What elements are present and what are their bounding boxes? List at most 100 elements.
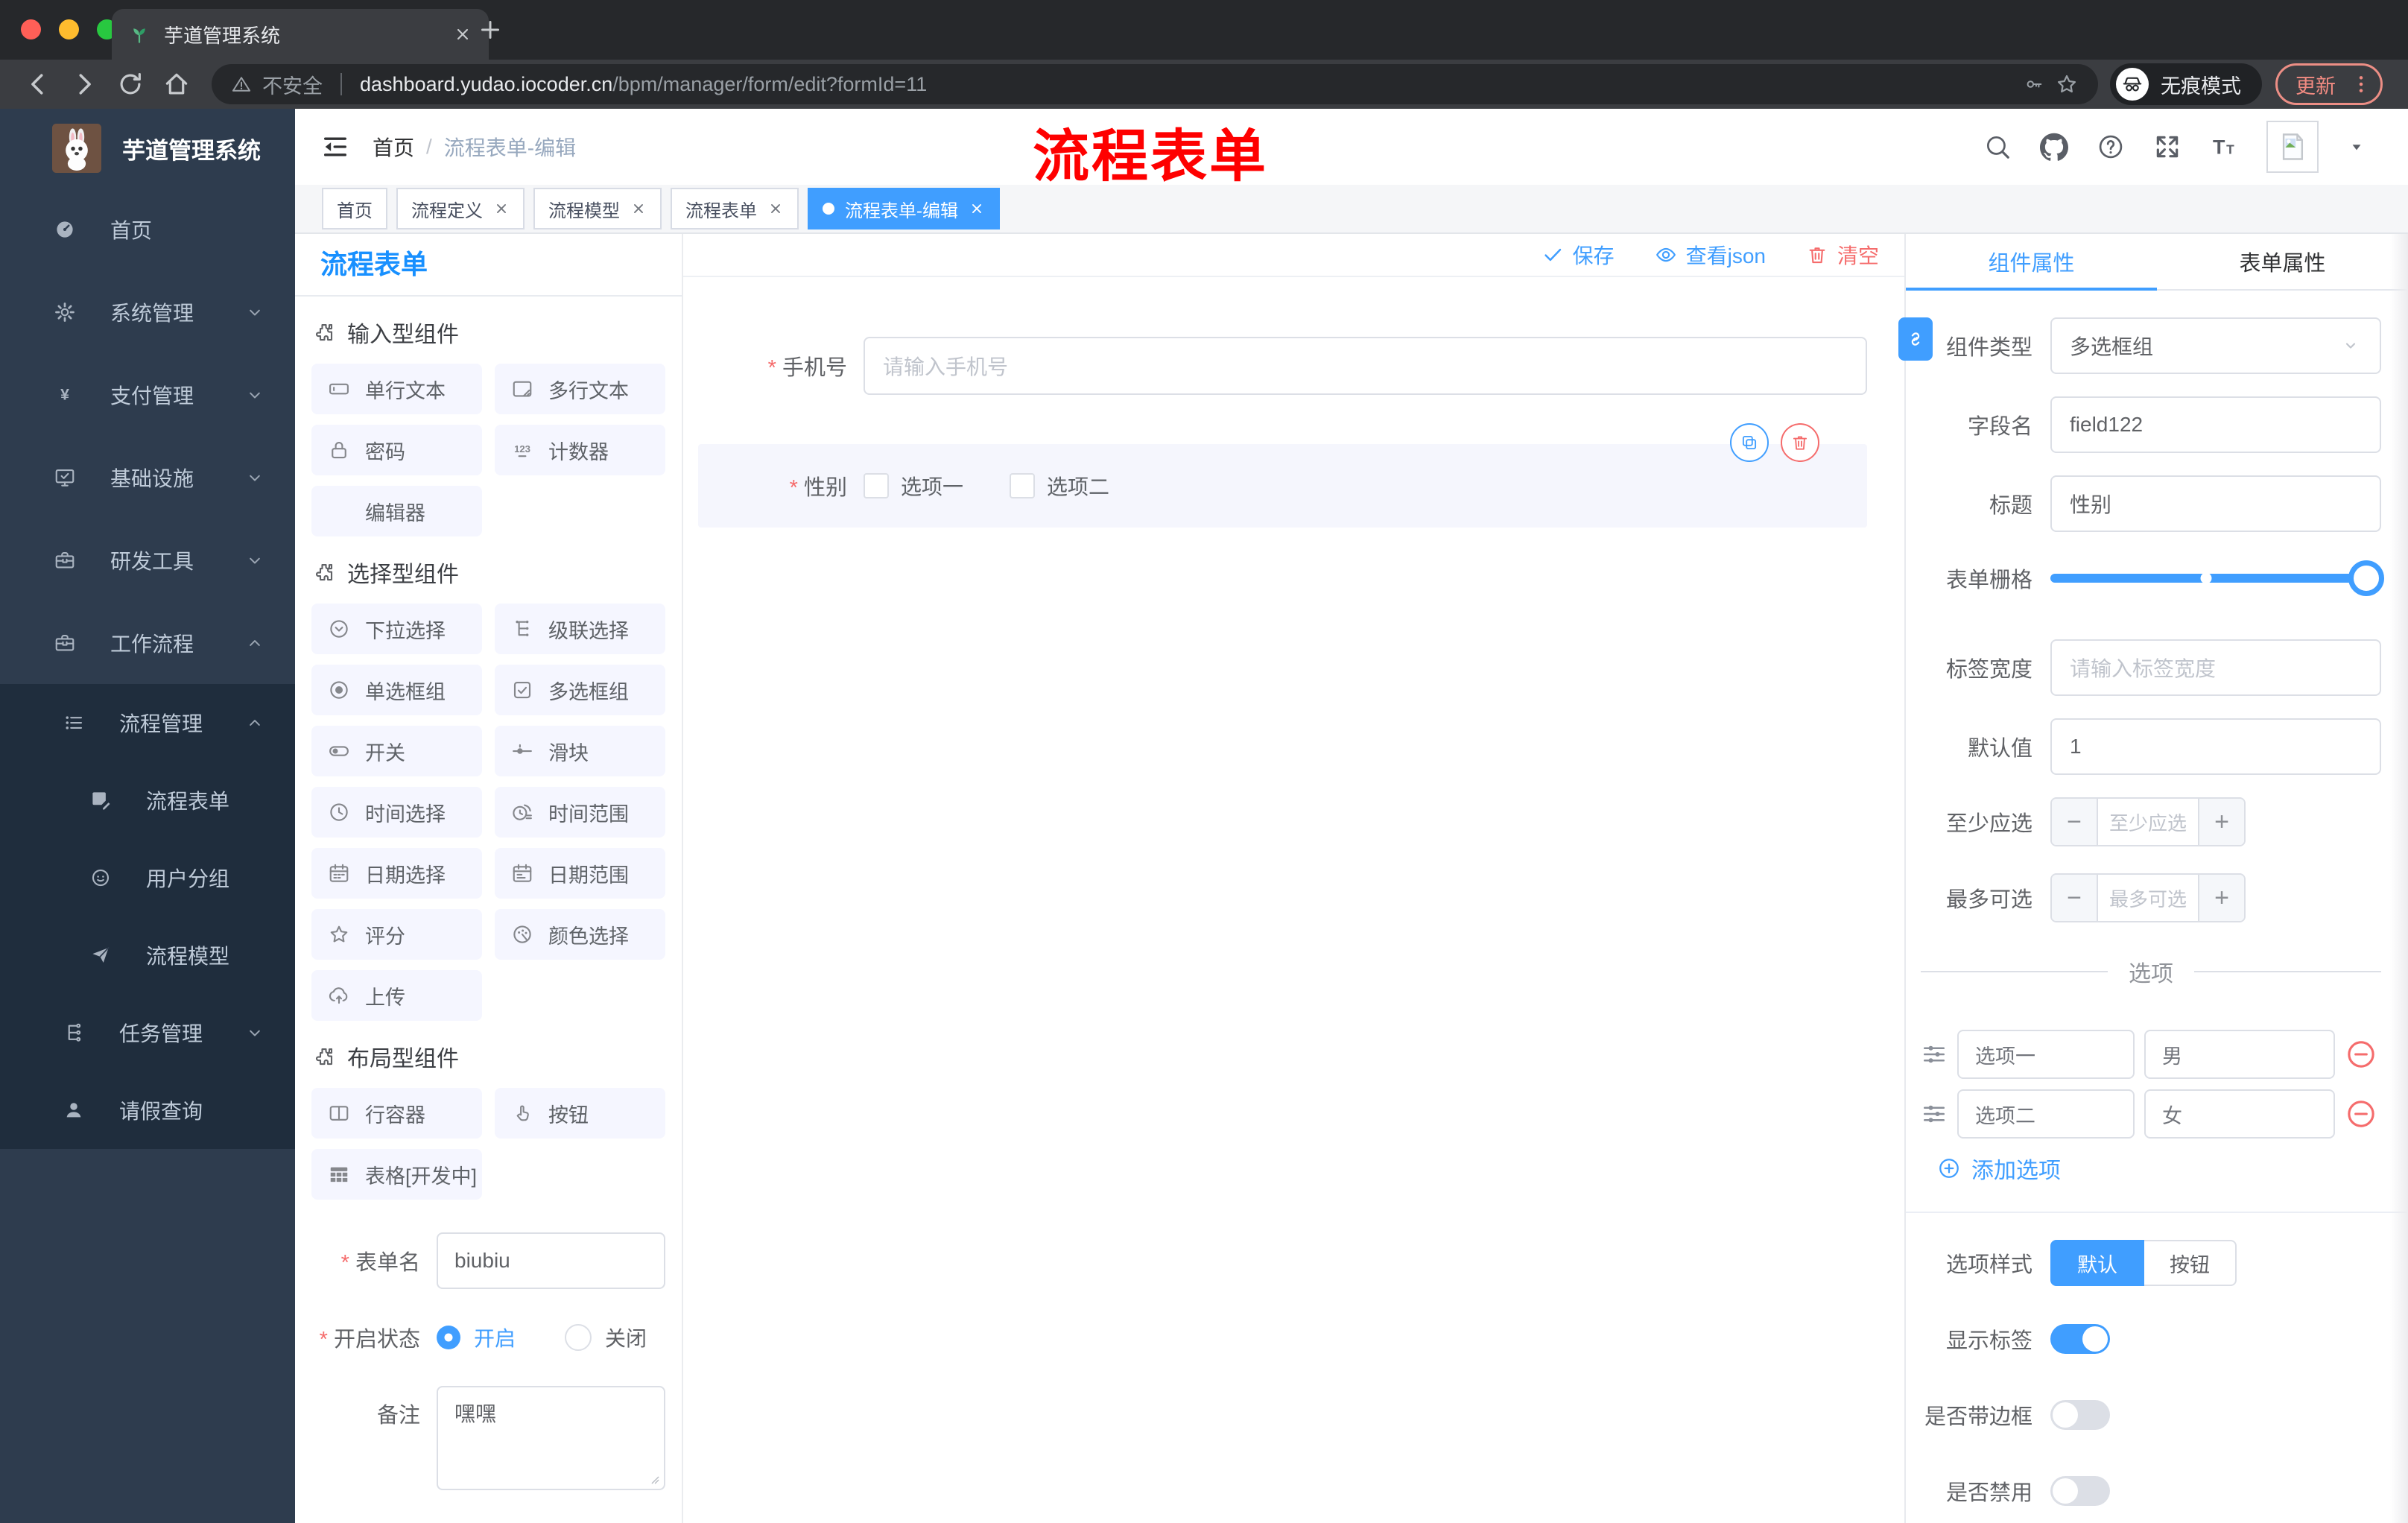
default-value-input[interactable]: 1 — [2050, 718, 2381, 775]
search-icon[interactable] — [1983, 133, 2012, 161]
sidebar-item-研发工具[interactable]: 研发工具 — [0, 519, 295, 601]
option-label-input[interactable]: 选项二 — [1957, 1089, 2135, 1139]
browser-tab[interactable]: 芋道管理系统 — [112, 9, 489, 60]
title-input[interactable]: 性别 — [2050, 475, 2381, 532]
palette-item-日期范围[interactable]: 日期范围 — [495, 848, 665, 899]
tags-view-tab-流程表单[interactable]: 流程表单 — [671, 188, 799, 229]
palette-item-日期选择[interactable]: 日期选择 — [311, 848, 482, 899]
toggle-是否带边框[interactable] — [2050, 1400, 2110, 1430]
sidebar-item-用户分组[interactable]: 用户分组 — [0, 839, 295, 916]
palette-item-密码[interactable]: 密码 — [311, 425, 482, 475]
palette-item-单行文本[interactable]: 单行文本 — [311, 364, 482, 414]
close-tab-icon[interactable] — [767, 200, 784, 217]
option-value-input[interactable]: 女 — [2144, 1089, 2335, 1139]
gender-option-选项一[interactable]: 选项一 — [864, 471, 963, 501]
palette-item-按钮[interactable]: 按钮 — [495, 1088, 665, 1139]
sidebar-item-任务管理[interactable]: 任务管理 — [0, 994, 295, 1071]
palette-item-评分[interactable]: 评分 — [311, 909, 482, 960]
close-tab-icon[interactable] — [969, 200, 985, 217]
status-radio-off[interactable] — [565, 1324, 592, 1351]
tab-form-props[interactable]: 表单属性 — [2157, 234, 2408, 289]
stepper-minus-button[interactable]: − — [2052, 799, 2098, 845]
bookmark-star-icon[interactable] — [2055, 72, 2079, 96]
palette-item-多行文本[interactable]: 多行文本 — [495, 364, 665, 414]
close-tab-icon[interactable] — [630, 200, 647, 217]
delete-component-button[interactable] — [1781, 423, 1819, 462]
remark-textarea[interactable]: 嘿嘿 — [437, 1386, 665, 1490]
option-value-input[interactable]: 男 — [2144, 1030, 2335, 1079]
new-tab-button[interactable] — [477, 16, 504, 43]
avatar[interactable] — [2266, 121, 2319, 173]
phone-input[interactable]: 请输入手机号 — [864, 337, 1867, 395]
option-style-button-button[interactable]: 按钮 — [2144, 1240, 2237, 1286]
drag-handle-icon[interactable] — [1921, 1041, 1948, 1068]
palette-item-级联选择[interactable]: 级联选择 — [495, 604, 665, 654]
sidebar-fold-icon[interactable] — [320, 132, 350, 162]
sidebar-item-系统管理[interactable]: 系统管理 — [0, 270, 295, 353]
palette-item-编辑器[interactable]: 编辑器 — [311, 486, 482, 536]
sidebar-item-请假查询[interactable]: 请假查询 — [0, 1071, 295, 1149]
palette-item-时间范围[interactable]: 时间范围 — [495, 787, 665, 838]
minimize-window-button[interactable] — [59, 19, 79, 39]
tags-view-tab-流程表单-编辑[interactable]: 流程表单-编辑 — [808, 188, 1000, 229]
checkbox[interactable] — [864, 473, 889, 498]
grid-slider[interactable] — [2050, 551, 2384, 605]
resize-handle[interactable] — [646, 1471, 661, 1486]
url-text[interactable]: dashboard.yudao.iocoder.cn/bpm/manager/f… — [360, 73, 2013, 96]
sidebar-item-工作流程[interactable]: 工作流程 — [0, 601, 295, 684]
view-json-button[interactable]: 查看json — [1655, 240, 1766, 270]
field-name-input[interactable]: field122 — [2050, 396, 2381, 453]
palette-item-颜色选择[interactable]: 颜色选择 — [495, 909, 665, 960]
checkbox[interactable] — [1010, 473, 1036, 498]
back-icon[interactable] — [24, 70, 52, 98]
reload-icon[interactable] — [116, 70, 145, 98]
palette-item-时间选择[interactable]: 时间选择 — [311, 787, 482, 838]
phone-field-row[interactable]: * 手机号 请输入手机号 — [698, 337, 1867, 395]
status-radio-on[interactable] — [437, 1326, 460, 1349]
slider-handle[interactable] — [2348, 560, 2384, 596]
close-tab-icon[interactable] — [453, 25, 472, 44]
font-size-icon[interactable]: TT — [2210, 133, 2238, 161]
close-window-button[interactable] — [21, 19, 41, 39]
palette-item-多选框组[interactable]: 多选框组 — [495, 665, 665, 715]
update-button[interactable]: 更新 — [2275, 63, 2383, 105]
save-button[interactable]: 保存 — [1542, 240, 1615, 270]
label-width-input[interactable]: 请输入标签宽度 — [2050, 639, 2381, 696]
help-icon[interactable] — [2097, 133, 2125, 161]
copy-component-button[interactable] — [1730, 423, 1769, 462]
tags-view-tab-首页[interactable]: 首页 — [322, 188, 387, 229]
clear-button[interactable]: 清空 — [1806, 240, 1879, 270]
palette-item-开关[interactable]: 开关 — [311, 726, 482, 776]
tags-view-tab-流程模型[interactable]: 流程模型 — [533, 188, 662, 229]
drag-handle-icon[interactable] — [1921, 1101, 1948, 1127]
palette-item-单选框组[interactable]: 单选框组 — [311, 665, 482, 715]
add-option-button[interactable]: 添加选项 — [1937, 1152, 2381, 1185]
sidebar-item-流程表单[interactable]: 流程表单 — [0, 762, 295, 839]
palette-item-行容器[interactable]: 行容器 — [311, 1088, 482, 1139]
stepper-minus-button[interactable]: − — [2052, 875, 2098, 921]
remove-option-icon[interactable] — [2345, 1038, 2377, 1071]
tab-component-props[interactable]: 组件属性 — [1906, 234, 2157, 289]
chevron-down-icon[interactable] — [2347, 137, 2366, 156]
sidebar-item-流程模型[interactable]: 流程模型 — [0, 916, 295, 994]
fullscreen-icon[interactable] — [2153, 133, 2182, 161]
gender-option-选项二[interactable]: 选项二 — [1010, 471, 1109, 501]
close-tab-icon[interactable] — [493, 200, 510, 217]
sidebar-item-基础设施[interactable]: 基础设施 — [0, 436, 295, 519]
breadcrumb-home[interactable]: 首页 — [373, 132, 414, 162]
toggle-显示标签[interactable] — [2050, 1324, 2110, 1354]
home-icon[interactable] — [162, 70, 191, 98]
stepper-plus-button[interactable]: + — [2198, 799, 2244, 845]
address-bar[interactable]: 不安全 dashboard.yudao.iocoder.cn/bpm/manag… — [212, 64, 2098, 104]
palette-item-下拉选择[interactable]: 下拉选择 — [311, 604, 482, 654]
sidebar-item-首页[interactable]: 首页 — [0, 188, 295, 270]
max-select-value[interactable]: 最多可选 — [2098, 875, 2198, 921]
status-off-label[interactable]: 关闭 — [605, 1323, 647, 1352]
palette-item-滑块[interactable]: 滑块 — [495, 726, 665, 776]
sidebar-item-支付管理[interactable]: ¥ 支付管理 — [0, 353, 295, 436]
github-icon[interactable] — [2040, 133, 2068, 161]
window-controls[interactable] — [21, 19, 117, 39]
min-select-value[interactable]: 至少应选 — [2098, 799, 2198, 845]
selected-component-gender[interactable]: * 性别 选项一 选项二 — [698, 423, 1867, 528]
sidebar-item-流程管理[interactable]: 流程管理 — [0, 684, 295, 762]
